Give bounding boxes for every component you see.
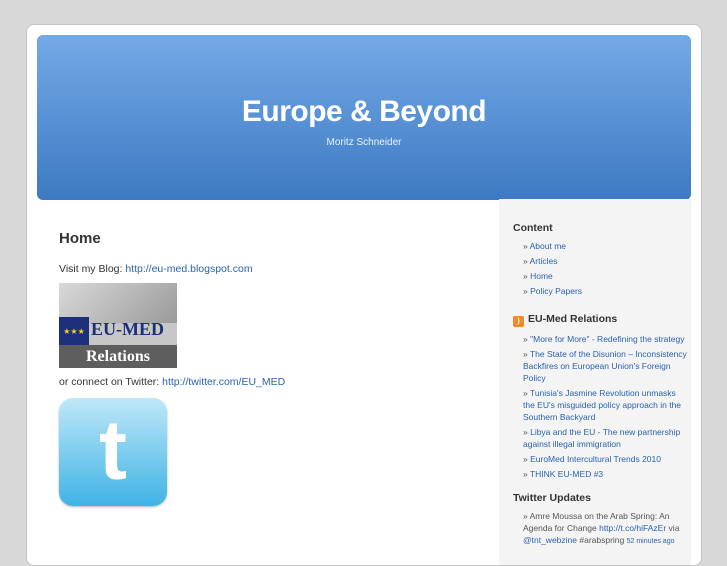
content-widget: Content » About me » Articles » Home » P… [513,222,689,300]
twitter-line: or connect on Twitter: http://twitter.co… [59,376,489,388]
list-item: » Libya and the EU - The new partnership… [523,427,681,449]
feed-link[interactable]: Tunisia's Jasmine Revolution unmasks the… [523,388,681,422]
feed-link[interactable]: THINK EU-MED #3 [530,469,603,479]
feed-list: » "More for More" - Redefining the strat… [513,333,689,480]
list-item: » Articles [523,256,558,266]
twitter-widget: Twitter Updates » Amre Moussa on the Ara… [513,492,689,551]
content-list: » About me » Articles » Home » Policy Pa… [513,240,689,297]
tweet-via: via [666,523,680,533]
feed-link[interactable]: Libya and the EU - The new partnership a… [523,427,680,449]
site-title[interactable]: Europe & Beyond [37,95,691,129]
list-item: » EuroMed Intercultural Trends 2010 [523,454,661,464]
twitter-logo-icon[interactable]: t [59,398,167,506]
list-item: » Policy Papers [523,286,583,296]
page-heading: Home [59,230,101,247]
tweet-item: » Amre Moussa on the Arab Spring: An Age… [523,511,680,545]
sidebar: Content » About me » Articles » Home » P… [499,199,691,565]
feed-widget-title[interactable]: ) EU-Med Relations [513,313,689,327]
tweet-time[interactable]: 52 minutes ago [627,538,675,545]
main-content: Home Visit my Blog: http://eu-med.blogsp… [59,230,489,506]
twitter-prefix: or connect on Twitter: [59,376,163,388]
site-header: Europe & Beyond Moritz Schneider [37,35,691,200]
feed-widget: ) EU-Med Relations » "More for More" - Re… [513,313,689,483]
tweet-hashtag: #arabspring [577,535,627,545]
page: Europe & Beyond Moritz Schneider Home Vi… [26,24,702,566]
feed-link[interactable]: EuroMed Intercultural Trends 2010 [530,454,661,464]
list-item: » "More for More" - Redefining the strat… [523,334,685,344]
list-item: » Home [523,271,553,281]
nav-link-policy-papers[interactable]: Policy Papers [530,286,582,296]
feed-title-text: EU-Med Relations [528,313,618,325]
content-widget-title: Content [513,222,553,234]
site-description: Moritz Schneider [326,137,402,148]
feed-link[interactable]: "More for More" - Redefining the strateg… [530,334,684,344]
logo-text-top: EU-MED [91,319,164,339]
nav-link-home[interactable]: Home [530,271,553,281]
rss-icon[interactable]: ) [513,316,524,327]
twitter-link[interactable]: http://twitter.com/EU_MED [162,376,285,388]
nav-link-about-me[interactable]: About me [530,241,566,251]
twitter-widget-title: Twitter Updates [513,492,591,504]
logo-text-bottom: Relations [59,345,177,368]
blog-line: Visit my Blog: http://eu-med.blogspot.co… [59,263,489,275]
nav-link-articles[interactable]: Articles [530,256,558,266]
list-item: » About me [523,241,567,251]
eu-flag-icon: ★★★ [59,317,89,347]
feed-link[interactable]: The State of the Disunion – Inconsistenc… [523,349,687,383]
list-item: » Tunisia's Jasmine Revolution unmasks t… [523,388,682,422]
blog-prefix: Visit my Blog: [59,263,126,275]
tweet-handle[interactable]: @tnt_webzine [523,535,577,545]
blog-link[interactable]: http://eu-med.blogspot.com [125,263,252,275]
tweet-link[interactable]: http://t.co/hiFAzEr [599,523,666,533]
list-item: » The State of the Disunion – Inconsiste… [523,349,687,383]
eu-med-logo[interactable]: ★★★ EU-MED Relations [59,283,177,368]
tweet-list: » Amre Moussa on the Arab Spring: An Age… [513,510,689,548]
list-item: » THINK EU-MED #3 [523,469,604,479]
